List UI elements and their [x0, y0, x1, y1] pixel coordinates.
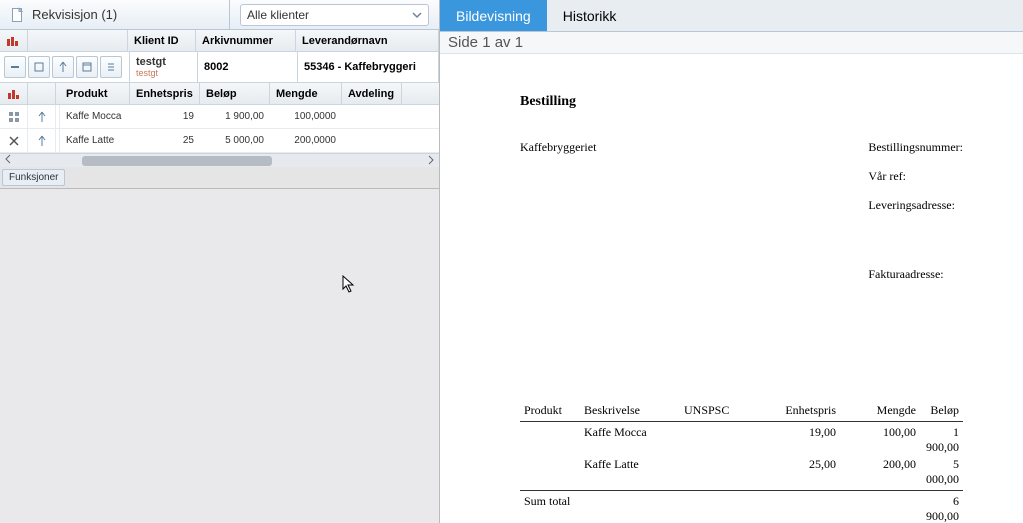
table-row[interactable]: Kaffe Mocca 19 1 900,00 100,0000	[0, 105, 439, 129]
horizontal-scrollbar[interactable]	[0, 153, 439, 167]
split-button[interactable]	[52, 56, 74, 78]
th-belop[interactable]: Beløp	[200, 83, 270, 104]
label-levadr: Leveringsadresse:	[868, 198, 963, 213]
collapse-button[interactable]	[4, 56, 26, 78]
dtc-besk: Kaffe Latte	[580, 456, 680, 488]
dtc-sum-val: 6 900,00	[920, 493, 963, 523]
dtc-mg: 200,00	[840, 456, 920, 488]
cell-ep: 25	[130, 129, 200, 152]
dtc-bl: 1 900,00	[920, 424, 963, 456]
th-klient-id[interactable]: Klient ID	[128, 30, 196, 51]
dtc-ep: 25,00	[760, 456, 840, 488]
doc-table: Produkt Beskrivelse UNSPSC Enhetspris Me…	[520, 402, 963, 523]
dth-unspsc: UNSPSC	[680, 402, 760, 419]
th-leverandor[interactable]: Leverandørnavn	[296, 30, 439, 51]
dth-belop: Beløp	[920, 402, 963, 419]
th-avdeling[interactable]: Avdeling	[342, 83, 402, 104]
scrollbar-thumb[interactable]	[82, 156, 272, 166]
dtc-mg: 100,00	[840, 424, 920, 456]
document-preview: Bestilling Kaffebryggeriet Bestillingsnu…	[440, 54, 1023, 523]
client-grid: Klient ID Arkivnummer Leverandørnavn tes…	[0, 30, 439, 82]
cell-mengde: 100,0000	[270, 105, 342, 128]
cell-ep: 19	[130, 105, 200, 128]
scroll-left-icon[interactable]	[4, 154, 12, 167]
tab-bildevisning[interactable]: Bildevisning	[440, 0, 547, 31]
delete-icon[interactable]	[0, 129, 28, 152]
cell-lev: 55346 - Kaffebryggeri	[298, 52, 439, 82]
dth-enhetspris: Enhetspris	[760, 402, 840, 419]
select-button[interactable]	[28, 56, 50, 78]
document-title: Rekvisisjon (1)	[32, 7, 117, 22]
client-row[interactable]: testgt testgt 8002 55346 - Kaffebryggeri	[0, 52, 439, 82]
doc-supplier: Kaffebryggeriet	[520, 140, 596, 155]
tree-icon[interactable]	[28, 105, 56, 128]
left-pane: Rekvisisjon (1) Alle klienter Klient ID	[0, 0, 440, 523]
scroll-right-icon[interactable]	[427, 155, 435, 168]
funksjoner-button[interactable]: Funksjoner	[2, 169, 65, 186]
status-icon	[0, 30, 28, 51]
cell-belop: 5 000,00	[200, 129, 270, 152]
dth-mengde: Mengde	[840, 402, 920, 419]
label-faktadr: Fakturaadresse:	[868, 267, 963, 282]
dtc-sum-label: Sum total	[520, 493, 580, 523]
label-bestnr: Bestillingsnummer:	[868, 140, 963, 155]
header-bar: Rekvisisjon (1) Alle klienter	[0, 0, 439, 30]
empty-area	[0, 188, 439, 523]
product-grid: Produkt Enhetspris Beløp Mengde Avdeling…	[0, 82, 439, 167]
cell-produkt: Kaffe Latte	[60, 129, 130, 152]
tab-bar: Bildevisning Historikk	[440, 0, 1023, 32]
list-button[interactable]	[100, 56, 122, 78]
document-tab[interactable]: Rekvisisjon (1)	[0, 0, 230, 29]
page-indicator: Side 1 av 1	[440, 32, 1023, 54]
dtc-bl: 5 000,00	[920, 456, 963, 488]
th-mengde[interactable]: Mengde	[270, 83, 342, 104]
table-row[interactable]: Kaffe Latte 25 5 000,00 200,0000	[0, 129, 439, 153]
chevron-down-icon	[412, 10, 422, 20]
cell-arkiv: 8002	[198, 52, 298, 82]
th-arkivnummer[interactable]: Arkivnummer	[196, 30, 296, 51]
chart-icon[interactable]	[0, 83, 28, 104]
dth-beskrivelse: Beskrivelse	[580, 402, 680, 419]
cell-klient-sub: testgt	[136, 68, 191, 78]
cell-klient-id: testgt	[136, 56, 191, 68]
cell-produkt: Kaffe Mocca	[60, 105, 130, 128]
window-button[interactable]	[76, 56, 98, 78]
grid-icon[interactable]	[0, 105, 28, 128]
label-varref: Vår ref:	[868, 169, 963, 184]
cell-mengde: 200,0000	[270, 129, 342, 152]
right-pane: Bildevisning Historikk Side 1 av 1 Besti…	[440, 0, 1023, 523]
cell-belop: 1 900,00	[200, 105, 270, 128]
tree-icon[interactable]	[28, 129, 56, 152]
dth-produkt: Produkt	[520, 402, 580, 419]
th-enhetspris[interactable]: Enhetspris	[130, 83, 200, 104]
doc-heading: Bestilling	[520, 94, 963, 110]
tab-historikk[interactable]: Historikk	[547, 0, 633, 31]
th-produkt[interactable]: Produkt	[60, 83, 130, 104]
dtc-besk: Kaffe Mocca	[580, 424, 680, 456]
document-icon	[10, 7, 26, 23]
dtc-ep: 19,00	[760, 424, 840, 456]
filter-value: Alle klienter	[247, 8, 309, 22]
filter-dropdown[interactable]: Alle klienter	[230, 0, 439, 30]
